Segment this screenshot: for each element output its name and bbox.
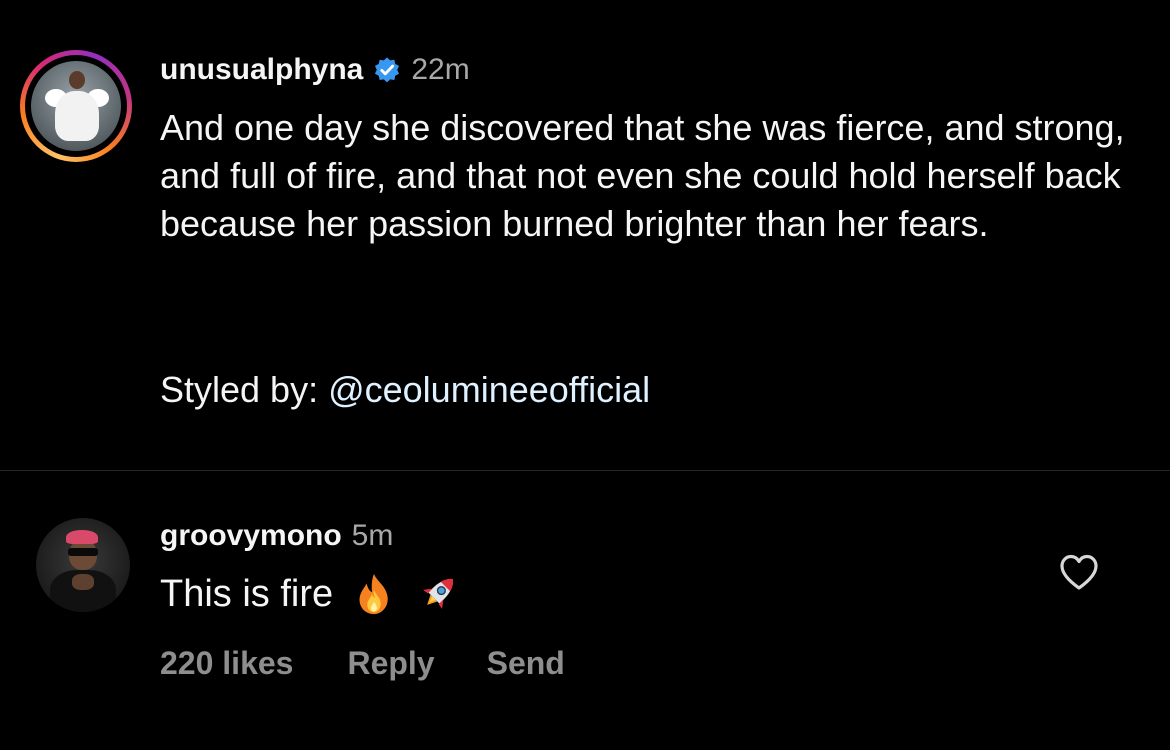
post-author-avatar	[31, 61, 121, 151]
post: unusualphyna 22m And one day she discove…	[0, 0, 1170, 470]
commenter-username[interactable]: groovymono	[160, 519, 342, 553]
send-button[interactable]: Send	[487, 645, 565, 682]
comment-actions: 220 likes Reply Send	[160, 640, 565, 686]
comment-header: groovymono 5m	[160, 514, 393, 558]
post-timestamp: 22m	[411, 53, 470, 86]
stylist-mention-link[interactable]: @ceolumineeofficial	[328, 369, 650, 410]
fire-emoji-icon	[359, 573, 388, 615]
styled-by-label: Styled by:	[160, 369, 329, 410]
avatar-figure-hair	[66, 530, 98, 544]
commenter-avatar[interactable]	[36, 518, 130, 612]
comment-likes-count[interactable]: 220 likes	[160, 645, 293, 682]
comment-text: This is fire	[160, 572, 334, 615]
post-header: unusualphyna 22m	[160, 50, 470, 90]
post-author-username[interactable]: unusualphyna	[160, 53, 363, 87]
comment-body: This is fire	[160, 566, 461, 622]
section-divider	[0, 470, 1170, 471]
post-caption: And one day she discovered that she was …	[160, 107, 1125, 244]
avatar-figure-hands	[72, 574, 94, 590]
rocket-emoji-icon	[423, 578, 454, 609]
avatar-figure-dress	[55, 91, 99, 141]
verified-badge-icon	[375, 57, 400, 83]
heart-icon[interactable]	[1058, 552, 1100, 592]
reply-button[interactable]: Reply	[347, 645, 434, 682]
avatar-figure-glasses	[68, 548, 98, 556]
comment-timestamp: 5m	[351, 519, 394, 552]
story-ring-avatar[interactable]	[20, 50, 132, 162]
styled-by-line: Styled by: @ceolumineeofficial	[160, 366, 650, 414]
avatar-figure-head	[69, 71, 85, 89]
avatar-ring-gap	[25, 55, 127, 157]
